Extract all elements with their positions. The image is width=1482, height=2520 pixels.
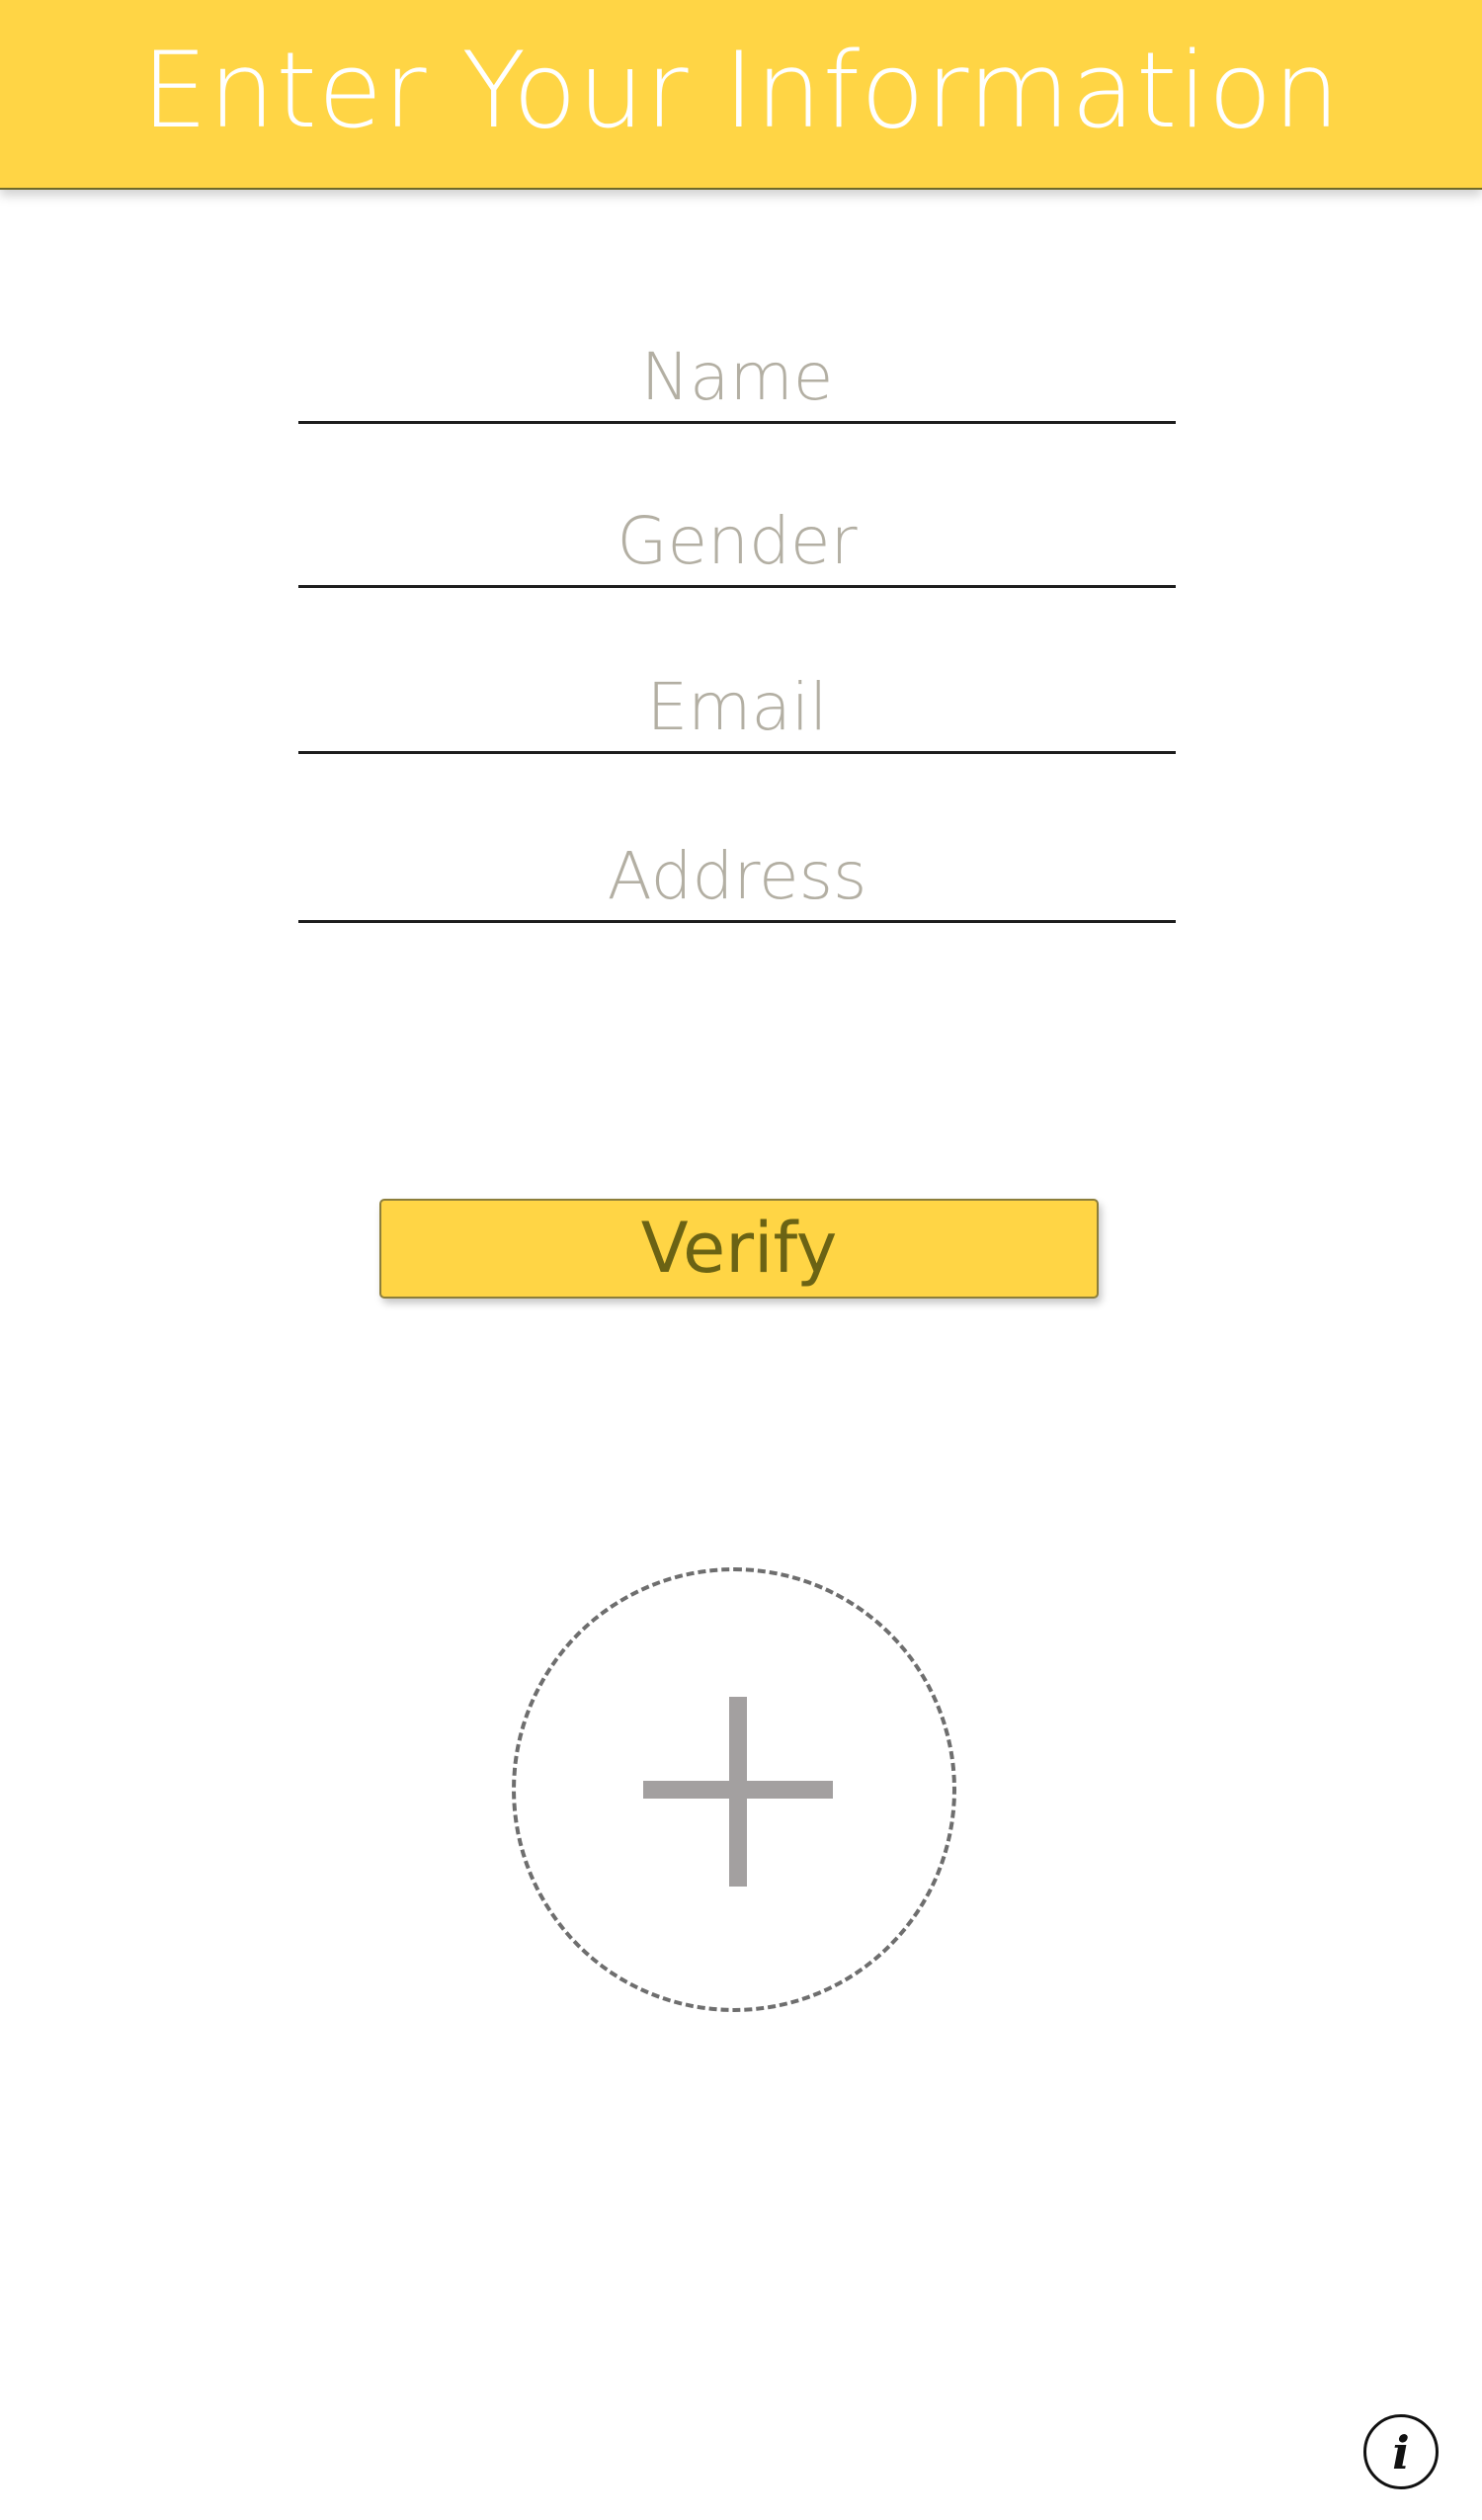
gender-input[interactable] (298, 503, 1176, 585)
verify-button-label: Verify (640, 1207, 838, 1289)
verify-button[interactable]: Verify (379, 1199, 1099, 1299)
plus-icon-vertical-bar (729, 1697, 747, 1887)
page-title: Enter Your Information (141, 30, 1341, 151)
app-header: Enter Your Information (0, 0, 1482, 190)
add-photo-button[interactable] (512, 1567, 956, 2012)
name-input[interactable] (298, 339, 1176, 421)
email-field[interactable] (298, 666, 1176, 754)
info-icon: i (1392, 2426, 1410, 2479)
address-field[interactable] (298, 835, 1176, 923)
gender-field[interactable] (298, 500, 1176, 588)
name-field[interactable] (298, 336, 1176, 424)
info-button[interactable]: i (1363, 2414, 1439, 2489)
plus-icon (516, 1571, 952, 2008)
address-input[interactable] (298, 838, 1176, 920)
email-input[interactable] (298, 669, 1176, 751)
